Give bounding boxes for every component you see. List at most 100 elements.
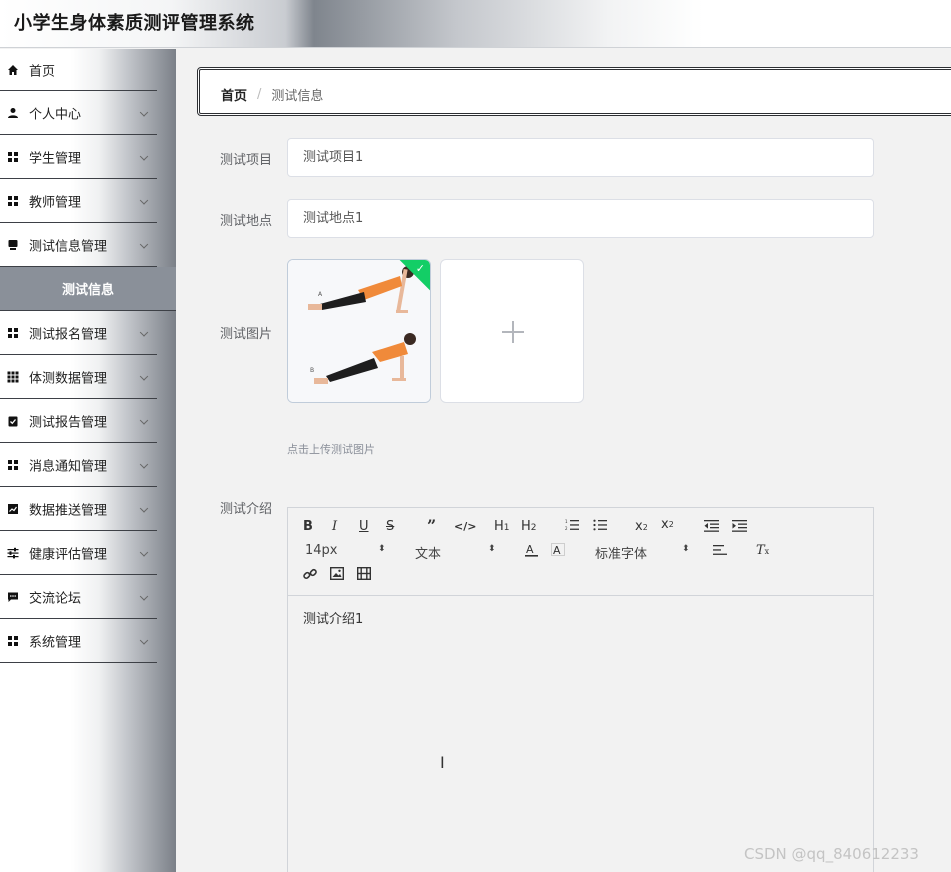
sidebar-item-notifications[interactable]: 消息通知管理 xyxy=(0,443,157,487)
chevron-down-icon xyxy=(139,503,149,513)
svg-text:A: A xyxy=(526,543,534,556)
sidebar-item-label: 测试信息管理 xyxy=(29,239,108,254)
sidebar-item-label: 体测数据管理 xyxy=(29,371,108,386)
sidebar-item-label: 系统管理 xyxy=(29,635,82,650)
blockquote-icon[interactable]: ” xyxy=(427,518,436,534)
bold-button[interactable]: B xyxy=(303,519,313,535)
upload-add-button[interactable] xyxy=(440,259,584,403)
sidebar-item-label: 学生管理 xyxy=(29,151,82,166)
location-input[interactable]: 测试地点1 xyxy=(287,199,874,238)
indent-icon[interactable] xyxy=(732,519,747,537)
uploaded-image-thumbnail[interactable]: A B ✓ xyxy=(287,259,431,403)
link-icon[interactable] xyxy=(303,567,317,586)
outdent-icon[interactable] xyxy=(704,519,719,537)
bullet-list-icon[interactable] xyxy=(593,518,607,537)
project-label: 测试项目 xyxy=(220,153,273,168)
sidebar-item-data-push[interactable]: 数据推送管理 xyxy=(0,487,157,531)
sidebar-item-label: 首页 xyxy=(29,64,56,79)
header-select-value: 文本 xyxy=(415,547,442,562)
inbox-icon xyxy=(6,238,20,252)
breadcrumb-current: 测试信息 xyxy=(271,89,324,104)
sidebar-item-students[interactable]: 学生管理 xyxy=(0,135,157,179)
sidebar-item-health[interactable]: 健康评估管理 xyxy=(0,531,157,575)
header-select[interactable]: 文本 ⬍ xyxy=(415,543,496,562)
header-1-button[interactable]: H1 xyxy=(494,519,510,536)
sidebar-item-label: 消息通知管理 xyxy=(29,459,108,474)
font-family-select[interactable]: 标准字体 ⬍ xyxy=(595,543,690,562)
grid-icon xyxy=(6,634,20,648)
breadcrumb: 首页 / 测试信息 xyxy=(197,67,951,116)
chevron-down-icon xyxy=(139,635,149,645)
header-2-button[interactable]: H2 xyxy=(521,519,537,536)
sidebar-item-test-info-mgmt[interactable]: 测试信息管理 xyxy=(0,223,157,267)
check-icon: ✓ xyxy=(415,262,425,275)
underline-button[interactable]: U xyxy=(359,519,369,535)
grid-icon xyxy=(6,326,20,340)
chevron-down-icon xyxy=(139,239,149,249)
chevron-down-icon xyxy=(139,327,149,337)
project-input[interactable]: 测试项目1 xyxy=(287,138,874,177)
breadcrumb-home[interactable]: 首页 xyxy=(221,85,247,104)
grid-icon xyxy=(6,194,20,208)
ordered-list-icon[interactable]: 12 xyxy=(565,518,579,537)
svg-text:2: 2 xyxy=(565,526,568,531)
sidebar-subitem-test-info[interactable]: 测试信息 xyxy=(0,267,176,311)
subscript-button[interactable]: x2 xyxy=(635,519,648,536)
sidebar-item-label: 数据推送管理 xyxy=(29,503,108,518)
chevron-down-icon xyxy=(139,151,149,161)
svg-text:A: A xyxy=(553,544,561,557)
app-header: 小学生身体素质测评管理系统 xyxy=(0,0,951,48)
intro-label: 测试介绍 xyxy=(220,502,273,517)
clear-format-button[interactable]: Tx xyxy=(756,543,769,560)
chart-icon xyxy=(6,502,20,516)
sidebar: 首页 个人中心 学生管理 教师管理 测试信息管理 测试信息 测试报名管理 体测数… xyxy=(0,49,176,872)
svg-text:B: B xyxy=(310,367,314,374)
chevron-down-icon xyxy=(139,591,149,601)
italic-button[interactable]: I xyxy=(332,519,337,535)
sidebar-item-label: 教师管理 xyxy=(29,195,82,210)
user-icon xyxy=(6,106,20,120)
grid-icon xyxy=(6,150,20,164)
chevron-down-icon xyxy=(139,371,149,381)
svg-text:1: 1 xyxy=(565,519,568,524)
sidebar-item-label: 个人中心 xyxy=(29,107,82,122)
app-title: 小学生身体素质测评管理系统 xyxy=(14,13,255,34)
chevron-down-icon xyxy=(139,195,149,205)
font-size-select[interactable]: 14px ⬍ xyxy=(305,543,386,558)
breadcrumb-separator: / xyxy=(257,87,262,102)
align-icon[interactable] xyxy=(713,544,727,561)
video-icon[interactable] xyxy=(356,566,372,585)
sliders-icon xyxy=(6,546,20,560)
text-color-icon[interactable]: A xyxy=(525,542,538,562)
chevron-down-icon xyxy=(139,459,149,469)
sidebar-item-forum[interactable]: 交流论坛 xyxy=(0,575,157,619)
strike-button[interactable]: S xyxy=(386,519,394,535)
sidebar-item-fitness-data[interactable]: 体测数据管理 xyxy=(0,355,157,399)
home-icon xyxy=(6,63,20,77)
sidebar-item-label: 交流论坛 xyxy=(29,591,82,606)
sidebar-item-teachers[interactable]: 教师管理 xyxy=(0,179,157,223)
select-caret-icon: ⬍ xyxy=(488,544,496,554)
sidebar-item-label: 健康评估管理 xyxy=(29,547,108,562)
sidebar-item-home[interactable]: 首页 xyxy=(0,49,157,91)
sidebar-item-registration[interactable]: 测试报名管理 xyxy=(0,311,157,355)
select-caret-icon: ⬍ xyxy=(682,544,690,554)
chat-icon xyxy=(6,590,20,604)
image-icon[interactable] xyxy=(329,566,345,585)
sidebar-item-reports[interactable]: 测试报告管理 xyxy=(0,399,157,443)
sidebar-item-label: 测试报告管理 xyxy=(29,415,108,430)
code-block-icon[interactable]: </> xyxy=(454,519,476,535)
watermark: CSDN @qq_840612233 xyxy=(744,845,919,863)
chevron-down-icon xyxy=(139,547,149,557)
grid-icon xyxy=(6,458,20,472)
image-label: 测试图片 xyxy=(220,327,273,342)
superscript-button[interactable]: x2 xyxy=(661,517,674,533)
sidebar-item-system[interactable]: 系统管理 xyxy=(0,619,157,663)
sidebar-item-profile[interactable]: 个人中心 xyxy=(0,91,157,135)
upload-tip: 点击上传测试图片 xyxy=(287,443,375,456)
font-family-value: 标准字体 xyxy=(595,547,648,562)
background-color-icon[interactable]: A xyxy=(551,542,566,562)
chevron-down-icon xyxy=(139,415,149,425)
editor-content[interactable]: 测试介绍1 xyxy=(303,608,363,627)
text-cursor-icon: I xyxy=(440,753,445,772)
